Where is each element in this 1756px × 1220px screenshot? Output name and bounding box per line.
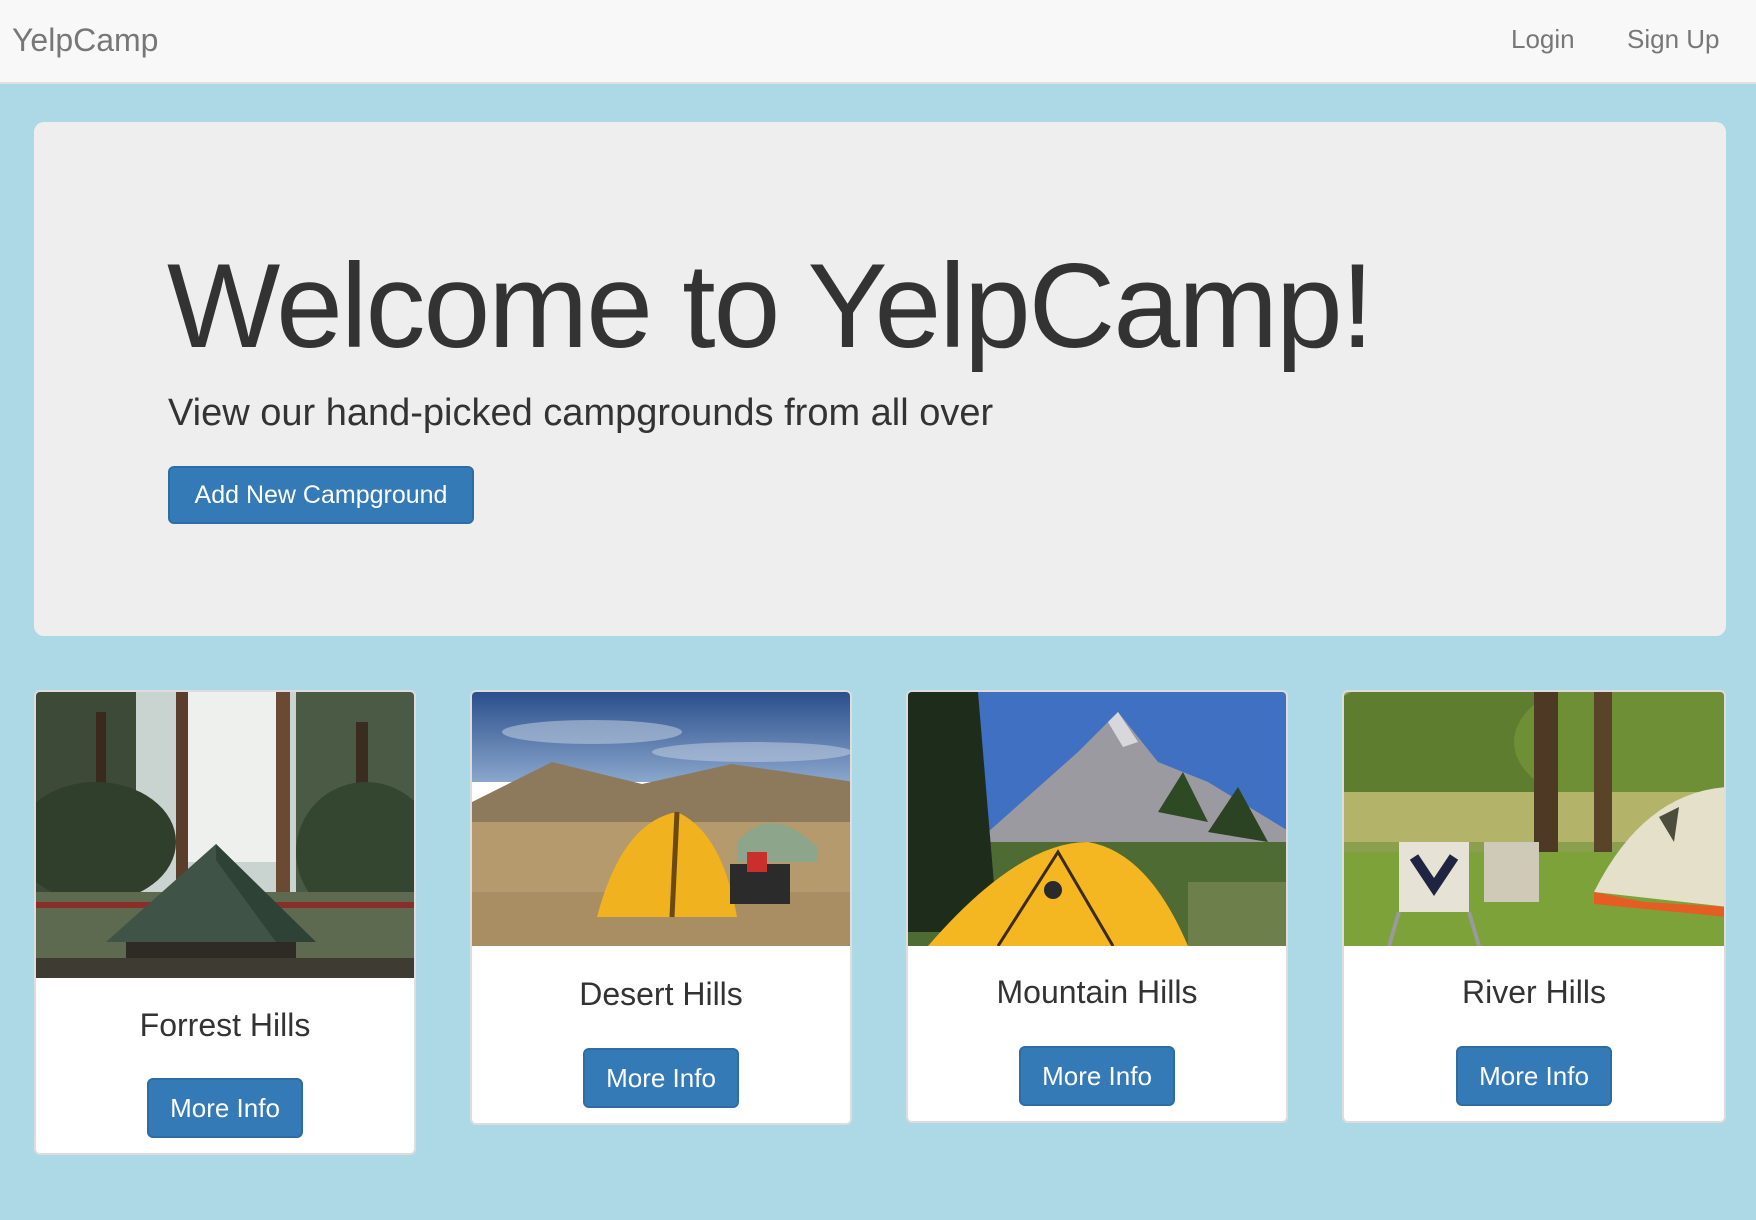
campground-name: Forrest Hills (139, 1007, 311, 1043)
campground-name: Desert Hills (579, 976, 743, 1012)
campground-card-desert-hills: Desert Hills More Info (470, 690, 852, 1125)
campground-card-forrest-hills: Forrest Hills More Info (34, 690, 416, 1155)
river-camp-chairs-photo (1344, 692, 1724, 946)
page-subtitle: View our hand-picked campgrounds from al… (168, 392, 994, 434)
login-link[interactable]: Login (1511, 24, 1575, 55)
more-info-button[interactable]: More Info (147, 1078, 303, 1138)
campground-card-mountain-hills: Mountain Hills More Info (906, 690, 1288, 1123)
forest-tent-photo (36, 692, 414, 978)
desert-tents-photo (472, 692, 850, 946)
navbar: YelpCamp Login Sign Up (0, 0, 1756, 84)
add-new-campground-button[interactable]: Add New Campground (168, 466, 474, 524)
jumbotron: Welcome to YelpCamp! View our hand-picke… (34, 122, 1726, 636)
more-info-button[interactable]: More Info (1019, 1046, 1175, 1106)
campground-card-river-hills: River Hills More Info (1342, 690, 1726, 1123)
more-info-button[interactable]: More Info (1456, 1046, 1612, 1106)
brand-link[interactable]: YelpCamp (12, 22, 158, 59)
campground-name: Mountain Hills (996, 974, 1198, 1010)
mountain-tent-photo (908, 692, 1286, 946)
page-title: Welcome to YelpCamp! (167, 239, 1374, 373)
more-info-button[interactable]: More Info (583, 1048, 739, 1108)
sign-up-link[interactable]: Sign Up (1627, 24, 1720, 55)
campground-name: River Hills (1462, 974, 1606, 1010)
